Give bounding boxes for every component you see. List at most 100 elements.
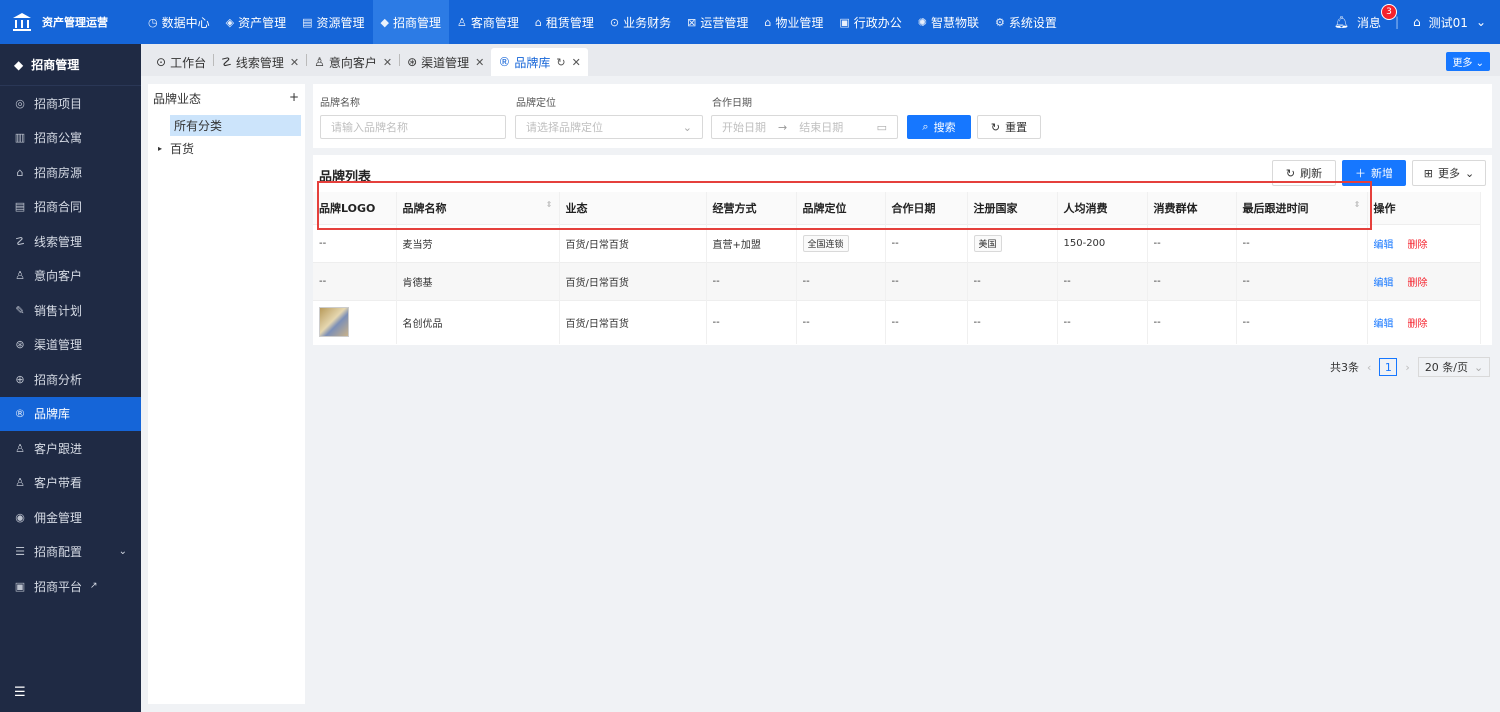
sidebar-item-config[interactable]: ☰ 招商配置 ⌄ [0, 535, 141, 570]
close-icon[interactable]: ✕ [572, 56, 581, 69]
bell-icon[interactable]: 🔔︎ [1334, 15, 1349, 29]
tab-brand-library[interactable]: ® 品牌库 ↻ ✕ [491, 48, 588, 76]
close-icon[interactable]: ✕ [383, 56, 392, 69]
delete-link[interactable]: 删除 [1408, 240, 1428, 251]
cell-format: 百货/日常百货 [559, 299, 707, 344]
sidebar-item-intent-customer[interactable]: ♙ 意向客户 [0, 259, 141, 294]
sidebar-item-clue[interactable]: ☡ 线索管理 [0, 224, 141, 259]
tabs-more-label: 更多 [1452, 58, 1473, 69]
sidebar-item-sales-plan[interactable]: ✎ 销售计划 [0, 293, 141, 328]
plus-icon[interactable]: + [289, 90, 299, 107]
sidebar-item-follow[interactable]: ♙ 客户跟进 [0, 431, 141, 466]
search-button[interactable]: ⌕ 搜索 [907, 115, 971, 139]
tabs-bar: ⊙ 工作台 ☡ 线索管理 ✕ ♙ 意向客户 ✕ ⊛ 渠道管理 ✕ ® 品牌库 ↻ ✕ 更多 ⌄ [141, 44, 1500, 76]
caret-right-icon[interactable]: ▸ [158, 144, 162, 153]
tab-channel[interactable]: ⊛ 渠道管理 ✕ [400, 48, 491, 76]
list-more-button[interactable]: ⊞ 更多 ⌄ [1412, 160, 1486, 186]
user-name[interactable]: 测试01 [1429, 14, 1468, 31]
topnav-data-center[interactable]: ◷ 数据中心 [140, 0, 218, 44]
sidebar-item-brand-library[interactable]: ® 品牌库 [0, 396, 141, 431]
start-date-input[interactable]: 开始日期 [722, 119, 766, 135]
reset-button[interactable]: ↻ 重置 [977, 115, 1041, 139]
col-actions: 操作 [1367, 192, 1481, 224]
edit-link[interactable]: 编辑 [1374, 240, 1394, 251]
table-row: 名创优品 百货/日常百货 -- -- -- -- -- -- -- 编辑 删除 [313, 299, 1481, 344]
dashboard-icon: ◷ [148, 15, 158, 29]
sidebar-item-project[interactable]: ◎ 招商项目 [0, 86, 141, 121]
edit-link[interactable]: 编辑 [1374, 319, 1394, 330]
tab-workbench[interactable]: ⊙ 工作台 [149, 48, 213, 76]
topnav-asset[interactable]: ◈ 资产管理 [218, 0, 294, 44]
topnav-label: 资产管理 [238, 15, 287, 30]
next-page-icon[interactable]: › [1405, 361, 1409, 374]
brand-icon: ® [498, 55, 511, 69]
tree-item-all[interactable]: 所有分类 [170, 115, 301, 136]
tree-item-department-store[interactable]: ▸ 百货 [148, 136, 305, 157]
topnav-iot[interactable]: ✺ 智慧物联 [910, 0, 987, 44]
tag-icon: ◆ [380, 15, 389, 29]
collapse-menu-icon[interactable]: ☰ [14, 685, 26, 700]
more-label: 更多 [1438, 167, 1460, 180]
delete-link[interactable]: 删除 [1408, 278, 1428, 289]
sidebar: ◆ 招商管理 ◎ 招商项目 ▥ 招商公寓 ⌂ 招商房源 ▤ 招商合同 ☡ 线索管理 ♙ 意向客… [0, 44, 141, 712]
sidebar-item-apartment[interactable]: ▥ 招商公寓 [0, 121, 141, 156]
page-1[interactable]: 1 [1379, 358, 1398, 376]
sidebar-item-label: 招商项目 [34, 96, 83, 111]
page-size-label: 20 条/页 [1424, 361, 1469, 374]
end-date-input[interactable]: 结束日期 [799, 119, 843, 135]
sidebar-item-commission[interactable]: ◉ 佣金管理 [0, 500, 141, 535]
close-icon[interactable]: ✕ [475, 56, 484, 69]
cell-spend: -- [1057, 299, 1148, 344]
cell-mode: -- [706, 261, 797, 300]
customer-icon: ♙ [314, 55, 325, 69]
prev-page-icon[interactable]: ‹ [1367, 361, 1371, 374]
channel-icon: ⊛ [15, 338, 25, 352]
sidebar-item-analysis[interactable]: ⊕ 招商分析 [0, 362, 141, 397]
page-size-select[interactable]: 20 条/页 ⌄ [1417, 357, 1491, 377]
topnav-lease[interactable]: ⌂ 租赁管理 [527, 0, 602, 44]
topnav-finance[interactable]: ⊙ 业务财务 [602, 0, 679, 44]
clue-icon: ☡ [15, 234, 25, 248]
tabs-more-button[interactable]: 更多 ⌄ [1446, 52, 1490, 71]
sidebar-item-platform[interactable]: ▣ 招商平台 ↗ [0, 569, 141, 604]
refresh-icon: ↻ [1285, 166, 1296, 180]
tree-header: 品牌业态 + [148, 84, 305, 107]
tag-icon: ◆ [14, 57, 24, 72]
select-placeholder: 请选择品牌定位 [526, 121, 603, 134]
topnav-label: 运营管理 [700, 15, 749, 30]
topnav-office[interactable]: ▣ 行政办公 [831, 0, 909, 44]
brand-position-select[interactable]: 请选择品牌定位 ⌄ [515, 115, 703, 139]
cell-date: -- [885, 299, 968, 344]
topnav-investment[interactable]: ◆ 招商管理 [372, 0, 450, 44]
tab-intent-customer[interactable]: ♙ 意向客户 ✕ [307, 48, 399, 76]
tab-label: 工作台 [170, 55, 207, 70]
sidebar-item-channel[interactable]: ⊛ 渠道管理 [0, 328, 141, 363]
chevron-down-icon: ⌄ [118, 546, 127, 558]
topnav-settings[interactable]: ⚙ 系统设置 [987, 0, 1065, 44]
tree-item-label: 百货 [170, 142, 195, 156]
date-range-picker[interactable]: 开始日期 → 结束日期 ▭ [711, 115, 898, 139]
cell-date: -- [885, 261, 968, 300]
refresh-label: 刷新 [1300, 167, 1323, 180]
delete-link[interactable]: 删除 [1408, 319, 1428, 330]
position-tag: 全国连锁 [802, 234, 849, 252]
brand-name-input[interactable]: 请输入品牌名称 [320, 115, 506, 139]
sidebar-item-visit[interactable]: ♙ 客户带看 [0, 466, 141, 501]
apartment-icon: ▥ [14, 131, 26, 145]
brand-logo-image[interactable] [319, 307, 349, 338]
close-icon[interactable]: ✕ [290, 56, 299, 69]
refresh-icon[interactable]: ↻ [556, 56, 565, 69]
topnav-operations[interactable]: ⊠ 运营管理 [679, 0, 756, 44]
sidebar-item-house[interactable]: ⌂ 招商房源 [0, 155, 141, 190]
chevron-down-icon[interactable]: ⌄ [1476, 15, 1486, 29]
lease-icon: ⌂ [534, 15, 542, 29]
messages-button[interactable]: 消息 3 [1357, 3, 1397, 31]
sidebar-item-contract[interactable]: ▤ 招商合同 [0, 190, 141, 225]
tab-clue[interactable]: ☡ 线索管理 ✕ [214, 48, 306, 76]
topnav-merchant[interactable]: ♙ 客商管理 [449, 0, 527, 44]
topnav-property[interactable]: ⌂ 物业管理 [756, 0, 831, 44]
topnav-resource[interactable]: ▤ 资源管理 [294, 0, 372, 44]
edit-link[interactable]: 编辑 [1374, 278, 1394, 289]
search-icon: ⌕ [922, 120, 929, 133]
cell-country: -- [967, 299, 1058, 344]
